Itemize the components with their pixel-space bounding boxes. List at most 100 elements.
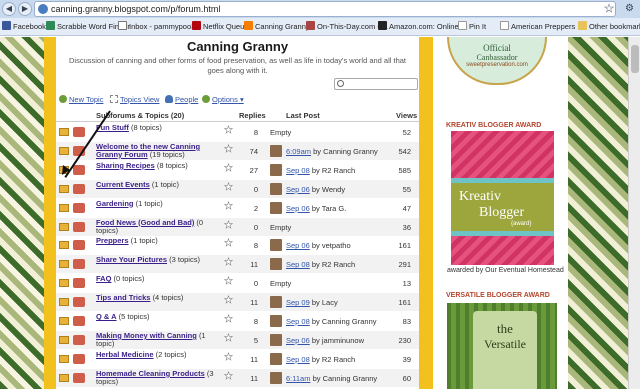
subforum-name[interactable]: Fun Stuff (8 topics) — [96, 124, 224, 132]
avatar[interactable] — [270, 352, 282, 365]
last-post-date[interactable]: 6:11am — [286, 374, 310, 383]
favorite-star-icon[interactable]: ★ — [224, 144, 233, 156]
canbassador-badge[interactable]: Official Canbassador sweetpreservation.c… — [447, 37, 547, 85]
last-post-date[interactable]: Sep 08 — [286, 317, 310, 326]
subforum-link[interactable]: Preppers — [96, 236, 129, 245]
subforum-name[interactable]: Gardening (1 topic) — [96, 199, 224, 208]
table-row[interactable]: Welcome to the new Canning Granny Forum … — [56, 141, 419, 160]
favorite-star-icon[interactable]: ★ — [224, 370, 233, 382]
favorite-star-icon[interactable]: ★ — [224, 219, 233, 231]
avatar[interactable] — [270, 296, 282, 309]
versatile-award-image[interactable]: the Versatile — [447, 303, 557, 389]
avatar[interactable] — [270, 239, 282, 252]
table-row[interactable]: Sharing Recipes (8 topics) ★ 27 Sep 08 by R… — [56, 161, 419, 179]
bookmark-inbox[interactable]: Inbox - pammypoo3... — [118, 21, 202, 33]
subforum-link[interactable]: Gardening — [96, 199, 134, 208]
subforum-name[interactable]: Q & A (5 topics) — [96, 313, 224, 321]
favorite-star-icon[interactable]: ★ — [224, 352, 233, 364]
bookmark-netflix[interactable]: Netflix Queue — [192, 21, 248, 33]
last-post-date[interactable]: Sep 06 — [286, 204, 310, 213]
last-post-date[interactable]: Sep 06 — [286, 241, 310, 250]
favorite-star-icon[interactable]: ★ — [224, 238, 233, 250]
table-row[interactable]: Share Your Pictures (3 topics) ★ 11 Sep 08 … — [56, 255, 419, 274]
favorite-star-icon[interactable]: ★ — [224, 276, 233, 288]
avatar[interactable] — [270, 333, 282, 346]
page-scrollbar[interactable] — [628, 37, 640, 389]
wrench-icon[interactable]: ⚙ — [625, 2, 634, 16]
subforum-link[interactable]: Current Events — [96, 180, 150, 189]
favorite-star-icon[interactable]: ★ — [224, 181, 233, 193]
last-post-date[interactable]: Sep 08 — [286, 355, 310, 364]
avatar[interactable] — [270, 201, 282, 214]
table-row[interactable]: Fun Stuff (8 topics) ★ 8 Empty 52 — [56, 123, 419, 141]
favorite-star-icon[interactable]: ★ — [224, 125, 233, 137]
favorite-star-icon[interactable]: ★ — [224, 295, 233, 307]
people-link[interactable]: People — [165, 94, 198, 106]
bookmark-other[interactable]: Other bookmarks — [578, 21, 640, 33]
avatar[interactable] — [270, 163, 282, 176]
last-post-date[interactable]: Sep 08 — [286, 260, 310, 269]
favorite-star-icon[interactable]: ★ — [224, 314, 233, 326]
table-row[interactable]: Making Money with Canning (1 topic) ★ 5 Sep… — [56, 330, 419, 349]
subforum-name[interactable]: Herbal Medicine (2 topics) — [96, 350, 224, 359]
avatar[interactable] — [270, 371, 282, 384]
subforum-name[interactable]: Tips and Tricks (4 topics) — [96, 294, 224, 302]
table-row[interactable]: FAQ (0 topics) ★ 0 Empty 13 — [56, 274, 419, 292]
subforum-name[interactable]: Homemade Cleaning Products (3 topics) — [96, 369, 224, 386]
avatar[interactable] — [270, 315, 282, 327]
favorite-star-icon[interactable]: ★ — [224, 163, 233, 175]
avatar[interactable] — [270, 258, 282, 271]
last-post-date[interactable]: Sep 06 — [286, 185, 310, 194]
table-row[interactable]: Homemade Cleaning Products (3 topics) ★ 11… — [56, 368, 419, 387]
subforum-link[interactable]: Tips and Tricks — [96, 293, 150, 302]
bookmark-facebook[interactable]: Facebook — [2, 21, 46, 33]
address-bar[interactable]: canning.granny.blogspot.com/p/forum.html — [34, 1, 616, 17]
bookmark-american-preppers[interactable]: American Preppers ... — [500, 21, 584, 33]
subforum-link[interactable]: FAQ — [96, 274, 111, 283]
table-row[interactable]: Q & A (5 topics) ★ 8 Sep 08 by Canning Gran… — [56, 312, 419, 330]
header-last-post[interactable]: Last Post — [286, 111, 320, 120]
kreativ-caption[interactable]: awarded by Our Eventual Homestead — [447, 267, 564, 274]
favorite-star-icon[interactable]: ★ — [224, 200, 233, 212]
subforum-name[interactable]: Welcome to the new Canning Granny Forum … — [96, 142, 224, 159]
bookmark-canning-granny[interactable]: Canning Granny — [244, 21, 310, 33]
header-replies[interactable]: Replies — [239, 111, 266, 120]
table-row[interactable]: Preppers (1 topic) ★ 8 Sep 06 by vetpatho 16… — [56, 236, 419, 254]
subforum-name[interactable]: Current Events (1 topic) — [96, 180, 224, 189]
favorite-star-icon[interactable]: ★ — [224, 257, 233, 269]
table-row[interactable]: Current Events (1 topic) ★ 0 Sep 06 by Wend… — [56, 179, 419, 198]
subforum-link[interactable]: Sharing Recipes — [96, 161, 155, 170]
avatar[interactable] — [270, 182, 282, 195]
table-row[interactable]: Herbal Medicine (2 topics) ★ 11 Sep 08 by R… — [56, 350, 419, 368]
table-row[interactable]: Food News (Good and Bad) (0 topics) ★ 0 Em… — [56, 217, 419, 236]
last-post-date[interactable]: Sep 08 — [286, 166, 310, 175]
last-post-date[interactable]: 6:09am — [286, 147, 311, 156]
bookmark-on-this-day[interactable]: On-This-Day.com - ... — [306, 21, 388, 33]
forward-button[interactable]: ▶ — [18, 2, 32, 16]
new-topic-link[interactable]: New Topic — [59, 94, 103, 106]
options-link[interactable]: Options ▾ — [202, 94, 244, 106]
topics-view-link[interactable]: Topics View — [110, 94, 159, 106]
subforum-link[interactable]: Share Your Pictures — [96, 255, 167, 264]
bookmark-star-icon[interactable]: ★ — [604, 2, 614, 16]
subforum-name[interactable]: Share Your Pictures (3 topics) — [96, 256, 224, 264]
subforum-name[interactable]: Making Money with Canning (1 topic) — [96, 331, 224, 348]
subforum-name[interactable]: FAQ (0 topics) — [96, 275, 224, 283]
bookmark-pin-it[interactable]: Pin It — [458, 21, 486, 33]
last-post-date[interactable]: Sep 09 — [286, 298, 310, 307]
table-row[interactable]: Tips and Tricks (4 topics) ★ 11 Sep 09 by L… — [56, 293, 419, 312]
avatar[interactable] — [270, 144, 282, 157]
table-row[interactable]: Gardening (1 topic) ★ 2 Sep 06 by Tara G. 47 — [56, 199, 419, 217]
scrollbar-thumb[interactable] — [631, 45, 639, 73]
subforum-link[interactable]: Q & A — [96, 312, 117, 321]
favorite-star-icon[interactable]: ★ — [224, 333, 233, 345]
subforum-name[interactable]: Sharing Recipes (8 topics) — [96, 161, 224, 170]
subforum-link[interactable]: Herbal Medicine — [96, 350, 154, 359]
back-button[interactable]: ◀ — [2, 2, 16, 16]
last-post-date[interactable]: Sep 06 — [286, 336, 310, 345]
header-views[interactable]: Views — [396, 111, 417, 120]
kreativ-award-image[interactable]: Kreativ Blogger {award} — [451, 131, 554, 265]
search-input[interactable] — [334, 78, 418, 90]
subforum-name[interactable]: Food News (Good and Bad) (0 topics) — [96, 218, 224, 235]
subforum-name[interactable]: Preppers (1 topic) — [96, 237, 224, 245]
